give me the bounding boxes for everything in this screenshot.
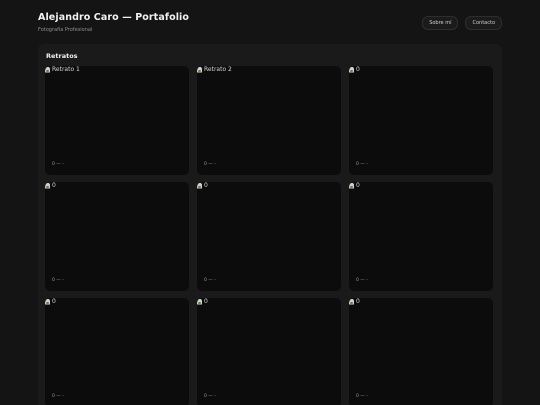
photo-thumbnail: 0 — [45, 182, 56, 190]
broken-image-icon — [349, 67, 355, 74]
photo-card[interactable]: 0 0 — - — [45, 298, 189, 405]
photo-card[interactable]: 0 0 — - — [197, 298, 341, 405]
gallery-title: Retratos — [46, 52, 78, 60]
photo-card[interactable]: 0 0 — - — [349, 298, 493, 405]
contact-button[interactable]: Contacto — [465, 16, 502, 30]
photo-alt-text: 0 — [356, 298, 360, 305]
portfolio-page: Alejandro Caro — Portafolio Fotografía P… — [0, 0, 540, 405]
photo-card[interactable]: 0 0 — - — [197, 182, 341, 291]
photo-thumbnail: 0 — [349, 66, 360, 74]
photo-alt-text: Retrato 2 — [204, 66, 232, 73]
photo-meta: 0 — - — [204, 162, 216, 167]
broken-image-icon — [349, 299, 355, 306]
photo-alt-text: 0 — [52, 298, 56, 305]
broken-image-icon — [45, 183, 51, 190]
photo-thumbnail: 0 — [197, 298, 208, 306]
photo-meta: 0 — - — [204, 278, 216, 283]
photo-thumbnail: 0 — [45, 298, 56, 306]
photo-meta: 0 — - — [356, 162, 368, 167]
photo-alt-text: Retrato 1 — [52, 66, 80, 73]
photo-alt-text: 0 — [204, 182, 208, 189]
photo-alt-text: 0 — [52, 182, 56, 189]
photo-meta: 0 — - — [52, 394, 64, 399]
about-button[interactable]: Sobre mí — [422, 16, 459, 30]
photo-meta: 0 — - — [356, 394, 368, 399]
photo-meta: 0 — - — [204, 394, 216, 399]
photo-card[interactable]: Retrato 2 0 — - — [197, 66, 341, 175]
photo-grid: Retrato 1 0 — - Retrato 2 0 — - 0 0 — - — [45, 66, 495, 405]
photo-meta: 0 — - — [52, 278, 64, 283]
photo-meta: 0 — - — [52, 162, 64, 167]
photo-card[interactable]: 0 0 — - — [349, 182, 493, 291]
photo-alt-text: 0 — [356, 182, 360, 189]
photo-thumbnail: Retrato 2 — [197, 66, 232, 74]
broken-image-icon — [349, 183, 355, 190]
photo-alt-text: 0 — [204, 298, 208, 305]
broken-image-icon — [45, 299, 51, 306]
site-header: Alejandro Caro — Portafolio Fotografía P… — [38, 12, 502, 36]
photo-thumbnail: 0 — [197, 182, 208, 190]
photo-thumbnail: Retrato 1 — [45, 66, 80, 74]
photo-card[interactable]: 0 0 — - — [349, 66, 493, 175]
photo-card[interactable]: Retrato 1 0 — - — [45, 66, 189, 175]
photo-card[interactable]: 0 0 — - — [45, 182, 189, 291]
photo-thumbnail: 0 — [349, 298, 360, 306]
portrait-gallery: Retratos Retrato 1 0 — - Retrato 2 0 — - — [38, 44, 502, 405]
broken-image-icon — [197, 299, 203, 306]
broken-image-icon — [197, 67, 203, 74]
photo-thumbnail: 0 — [349, 182, 360, 190]
broken-image-icon — [45, 67, 51, 74]
top-navigation: Sobre mí Contacto — [422, 16, 502, 30]
photo-meta: 0 — - — [356, 278, 368, 283]
photo-alt-text: 0 — [356, 66, 360, 73]
broken-image-icon — [197, 183, 203, 190]
